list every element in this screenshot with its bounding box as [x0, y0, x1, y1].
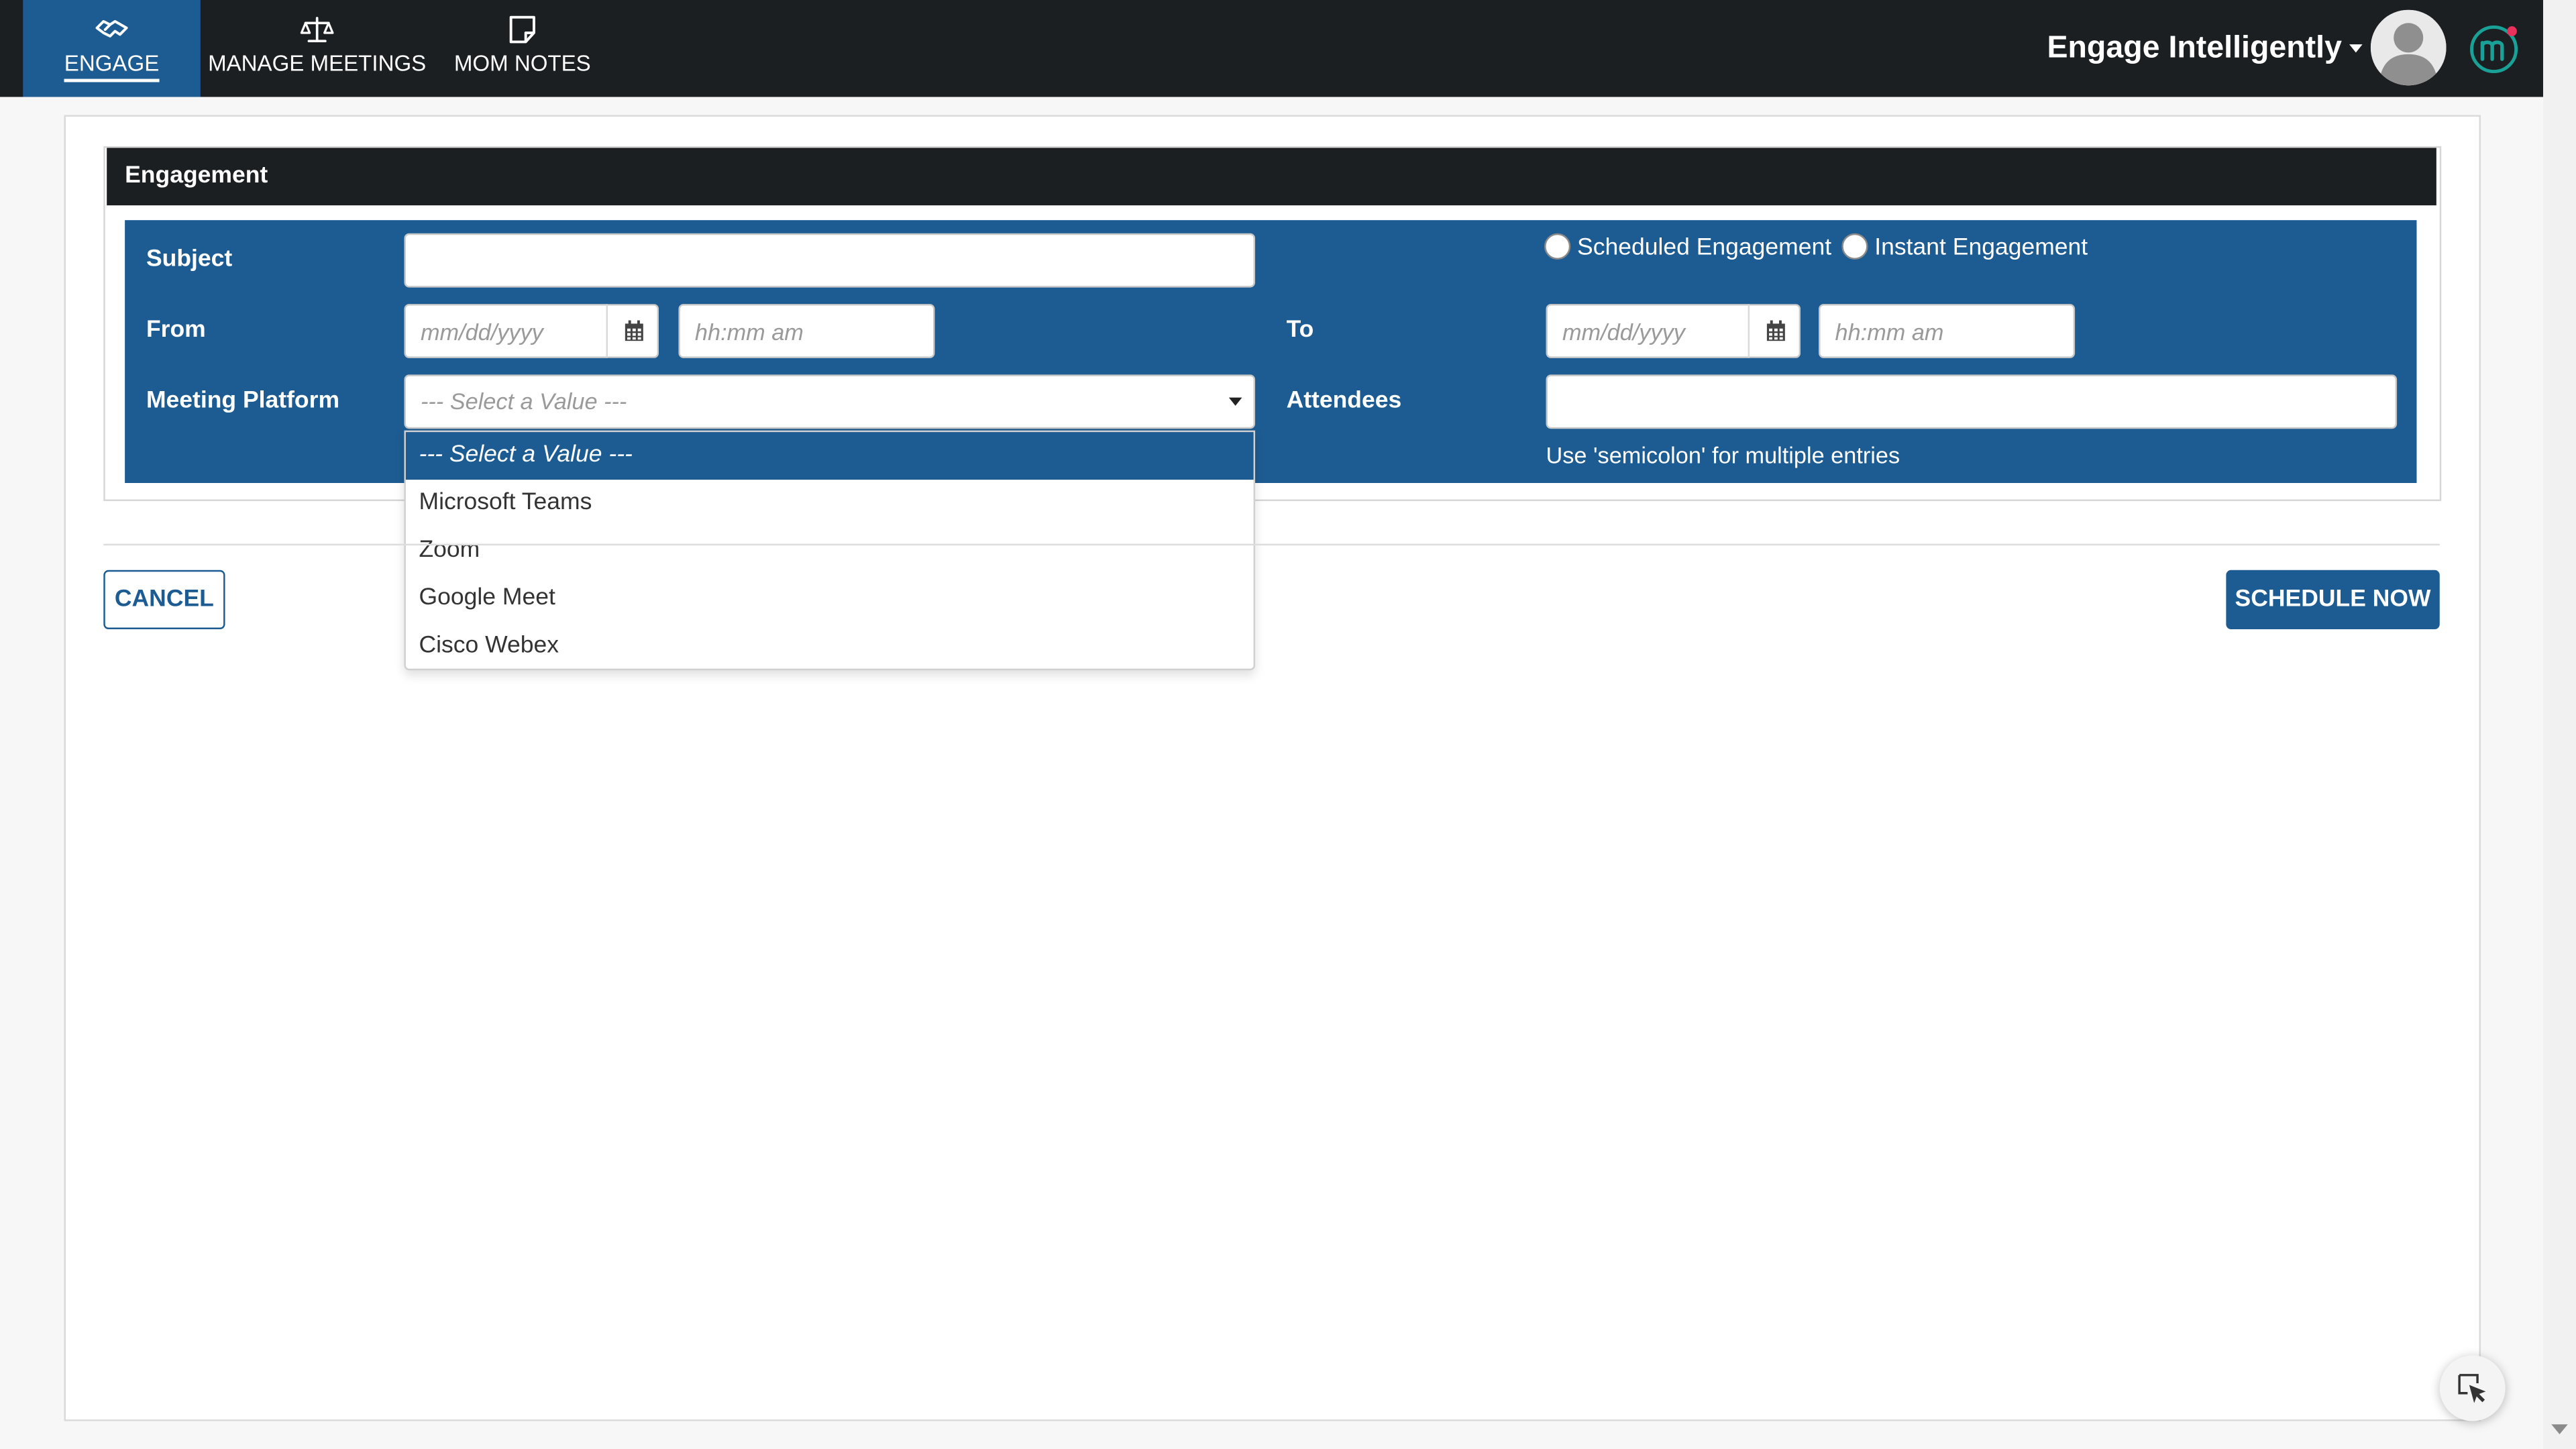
radio-scheduled-engagement[interactable]: Scheduled Engagement [1544, 231, 1831, 264]
nav-item-manage-meetings[interactable]: MANAGE MEETINGS [207, 0, 427, 97]
radio-circle [1841, 233, 1868, 260]
attendees-helper-text: Use 'semicolon' for multiple entries [1546, 441, 1900, 468]
schedule-now-button[interactable]: SCHEDULE NOW [2226, 570, 2440, 629]
meeting-platform-selected-value: --- Select a Value --- [420, 387, 627, 415]
subject-input[interactable] [404, 233, 1256, 288]
divider [103, 543, 2440, 546]
radio-label: Scheduled Engagement [1577, 235, 1832, 262]
cursor-select-icon [2458, 1374, 2486, 1403]
from-time-input[interactable] [678, 304, 935, 358]
note-icon [443, 15, 601, 44]
brand-dropdown[interactable]: Engage Intelligently [2047, 26, 2363, 72]
dropdown-option-microsoft-teams[interactable]: Microsoft Teams [406, 480, 1254, 527]
dropdown-option-cisco-webex[interactable]: Cisco Webex [406, 623, 1254, 670]
calendar-icon [625, 320, 643, 341]
from-date-input[interactable] [404, 304, 608, 358]
vertical-scrollbar[interactable] [2543, 0, 2576, 1449]
meeting-platform-label: Meeting Platform [146, 387, 340, 415]
scale-icon [207, 15, 427, 44]
to-calendar-button[interactable] [1748, 304, 1801, 358]
dropdown-option-select-value[interactable]: --- Select a Value --- [405, 432, 1254, 480]
handshake-icon [23, 15, 200, 44]
dropdown-option-google-meet[interactable]: Google Meet [406, 575, 1254, 623]
to-time-input[interactable] [1819, 304, 2076, 358]
app-window: ENGAGE MANAGE MEETINGS MOM NOTES Engage … [0, 0, 2576, 1449]
calendar-icon [1766, 320, 1785, 341]
nav-label-manage-meetings: MANAGE MEETINGS [208, 50, 427, 76]
brand-name: Engage Intelligently [2047, 31, 2343, 66]
app-logo-icon [2466, 21, 2522, 77]
nav-label-engage: ENGAGE [64, 50, 160, 83]
to-date-input[interactable] [1546, 304, 1750, 358]
from-calendar-button[interactable] [606, 304, 659, 358]
radio-instant-engagement[interactable]: Instant Engagement [1841, 231, 2088, 264]
attendees-input[interactable] [1546, 374, 2398, 429]
radio-circle [1544, 233, 1571, 260]
top-navigation-bar: ENGAGE MANAGE MEETINGS MOM NOTES Engage … [0, 0, 2544, 97]
user-avatar-icon[interactable] [2370, 9, 2447, 86]
to-label: To [1286, 317, 1314, 343]
meeting-platform-dropdown-list: --- Select a Value --- Microsoft Teams Z… [404, 430, 1256, 671]
subject-label: Subject [146, 246, 233, 273]
attendees-label: Attendees [1286, 387, 1402, 415]
cancel-button[interactable]: CANCEL [103, 570, 225, 629]
nav-item-engage[interactable]: ENGAGE [23, 0, 201, 97]
floating-cursor-button[interactable] [2439, 1355, 2506, 1421]
chevron-down-icon [1228, 397, 1242, 406]
scroll-down-arrow-icon[interactable] [2551, 1424, 2568, 1434]
dropdown-option-zoom[interactable]: Zoom [406, 527, 1254, 575]
from-label: From [146, 317, 206, 343]
meeting-platform-select[interactable]: --- Select a Value --- [404, 374, 1256, 429]
caret-down-icon [2350, 45, 2363, 54]
section-title: Engagement [107, 148, 2436, 206]
radio-label: Instant Engagement [1874, 235, 2088, 262]
nav-item-mom-notes[interactable]: MOM NOTES [443, 0, 601, 97]
nav-label-mom-notes: MOM NOTES [453, 50, 591, 76]
